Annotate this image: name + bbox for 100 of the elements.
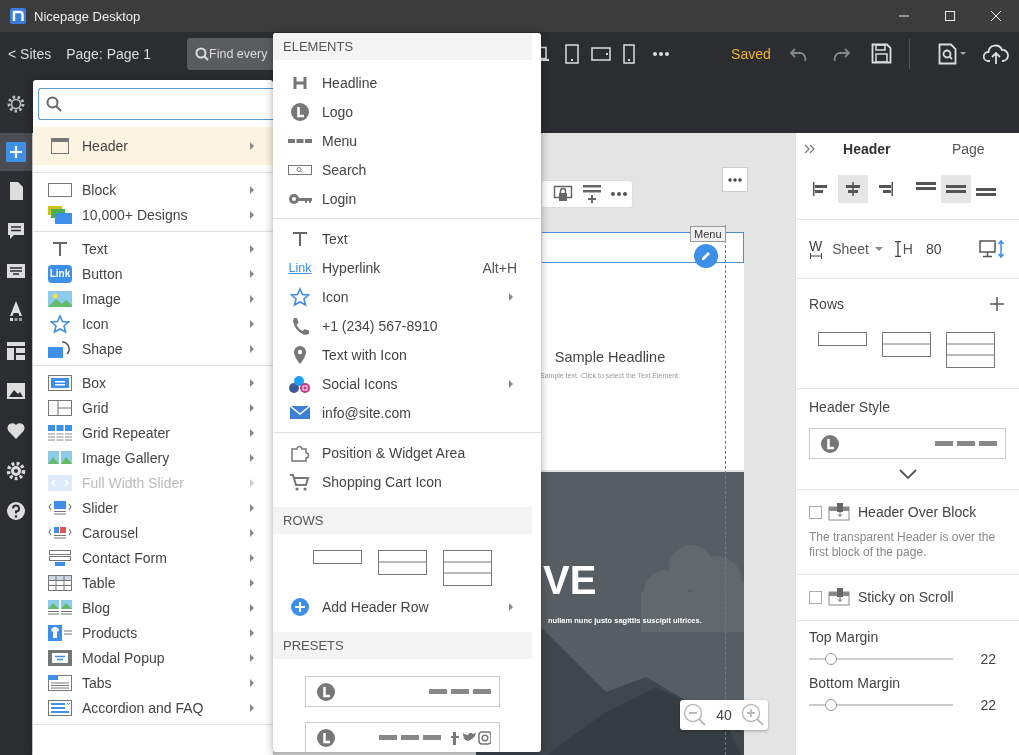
menu-item[interactable]: Headline xyxy=(273,68,532,97)
slider-thumb[interactable] xyxy=(824,699,837,711)
menu-item[interactable]: Blog xyxy=(33,595,273,620)
menu-item[interactable]: Text with Icon xyxy=(273,340,532,369)
menu-item[interactable]: Link Button xyxy=(33,261,273,286)
menu-item[interactable]: Tabs xyxy=(33,670,273,695)
menu-item[interactable]: Grid xyxy=(33,395,273,420)
one-row-icon[interactable] xyxy=(313,550,362,564)
menu-item[interactable]: Position & Widget Area xyxy=(273,438,532,467)
comment-icon[interactable] xyxy=(6,221,26,241)
menu-item[interactable]: Search xyxy=(273,155,532,184)
collapse-icon[interactable] xyxy=(804,144,816,154)
search-field[interactable]: Find every xyxy=(187,37,274,70)
menu-item[interactable]: Slider xyxy=(33,495,273,520)
menu-item[interactable]: Add Header Row xyxy=(273,592,532,621)
menu-bars-icon xyxy=(429,689,491,694)
layout-icon[interactable] xyxy=(6,341,26,361)
menu-item[interactable]: Header xyxy=(33,127,273,165)
header-section[interactable] xyxy=(542,232,744,263)
two-rows-icon[interactable] xyxy=(882,332,931,357)
list-icon[interactable] xyxy=(6,261,26,281)
margin-value[interactable]: 22 xyxy=(980,651,996,667)
menu-item[interactable]: Logo xyxy=(273,97,532,126)
submenu-arrow-icon xyxy=(250,142,254,150)
margin-value[interactable]: 22 xyxy=(980,697,996,713)
phone-icon[interactable] xyxy=(623,43,636,64)
menu-item[interactable]: Link Hyperlink Alt+H xyxy=(273,253,532,282)
heart-icon[interactable] xyxy=(6,421,26,441)
three-rows-icon[interactable] xyxy=(946,332,995,368)
menu-item[interactable]: Text xyxy=(273,224,532,253)
menu-item[interactable]: Shape xyxy=(33,336,273,361)
tablet-landscape-icon[interactable] xyxy=(591,46,612,61)
menu-item[interactable]: Grid Repeater xyxy=(33,420,273,445)
panel-tab[interactable]: Header xyxy=(816,137,918,161)
menu-item[interactable]: Image Gallery xyxy=(33,445,273,470)
save-icon[interactable] xyxy=(870,43,892,64)
close-icon[interactable] xyxy=(990,10,1002,22)
help-icon[interactable] xyxy=(6,501,26,521)
width-label: W xyxy=(809,239,823,253)
window-title: Nicepage Desktop xyxy=(34,8,141,24)
menu-item[interactable]: Contact Form xyxy=(33,545,273,570)
link-icon: Link xyxy=(288,260,312,275)
menu-item[interactable]: +1 (234) 567-8910 xyxy=(273,311,532,340)
menu-item[interactable]: Block xyxy=(33,177,273,202)
header-preset[interactable] xyxy=(305,676,500,707)
option-label[interactable]: Header Over Block xyxy=(858,504,977,520)
menu-item[interactable]: Products xyxy=(33,620,273,645)
one-row-icon[interactable] xyxy=(818,332,867,346)
search-field[interactable] xyxy=(38,88,273,120)
menu-item[interactable]: Icon xyxy=(273,282,532,311)
more-icon[interactable] xyxy=(611,192,627,196)
checkbox[interactable] xyxy=(809,505,822,519)
minimize-icon[interactable] xyxy=(898,15,910,17)
preview-icon[interactable] xyxy=(937,42,968,65)
maximize-icon[interactable] xyxy=(944,10,956,22)
menu-item[interactable]: Table xyxy=(33,570,273,595)
menu-item[interactable]: Carousel xyxy=(33,520,273,545)
more-button[interactable] xyxy=(722,167,748,192)
option-label[interactable]: Sticky on Scroll xyxy=(858,589,954,605)
panel-tab[interactable]: Page xyxy=(917,137,1019,161)
link-badge-icon: Link xyxy=(48,264,72,283)
slider-thumb[interactable] xyxy=(824,653,837,665)
monitor-height-icon[interactable] xyxy=(979,239,1005,259)
menu-item[interactable]: Social Icons xyxy=(273,369,532,398)
lock-screen-icon[interactable] xyxy=(553,185,573,203)
plus-icon[interactable] xyxy=(989,296,1005,312)
settings-icon[interactable] xyxy=(6,94,26,114)
chevron-down-icon[interactable] xyxy=(898,469,917,479)
menu-item[interactable]: Image xyxy=(33,286,273,311)
caret-icon xyxy=(874,247,883,251)
menu-item[interactable]: Box xyxy=(33,370,273,395)
image-icon[interactable] xyxy=(6,381,26,401)
menu-item[interactable]: Modal Popup xyxy=(33,645,273,670)
header-preset[interactable] xyxy=(305,722,500,752)
width-dropdown[interactable]: Sheet xyxy=(832,241,883,257)
settings-icon[interactable] xyxy=(6,461,26,481)
sidebar-item[interactable] xyxy=(0,133,32,171)
menu-bars-icon xyxy=(379,735,441,740)
element-label: Menu xyxy=(690,226,726,242)
height-value[interactable]: 80 xyxy=(925,241,942,257)
page-selector[interactable]: Page: Page 1 xyxy=(66,45,152,62)
tablet-icon[interactable] xyxy=(565,43,580,64)
three-rows-icon[interactable] xyxy=(443,550,492,586)
menu-item[interactable]: Shopping Cart Icon xyxy=(273,467,532,496)
header-style-preset[interactable] xyxy=(809,428,1006,459)
upload-icon[interactable] xyxy=(982,42,1009,65)
align-middle-icon[interactable] xyxy=(941,175,971,203)
add-row-icon[interactable] xyxy=(583,184,601,204)
more-icon[interactable] xyxy=(653,51,670,56)
menu-item[interactable]: Menu xyxy=(273,126,532,155)
menu-item[interactable]: Login xyxy=(273,184,532,213)
checkbox[interactable] xyxy=(809,590,822,604)
menu-item[interactable]: info@site.com xyxy=(273,398,532,427)
sites-link[interactable]: < Sites xyxy=(8,45,52,62)
menu-item[interactable]: Accordion and FAQ xyxy=(33,695,273,720)
menu-item[interactable]: Icon xyxy=(33,311,273,336)
align-center-icon[interactable] xyxy=(838,175,868,203)
menu-item[interactable]: 10,000+ Designs xyxy=(33,202,273,227)
two-rows-icon[interactable] xyxy=(378,550,427,575)
menu-item[interactable]: Text xyxy=(33,236,273,261)
